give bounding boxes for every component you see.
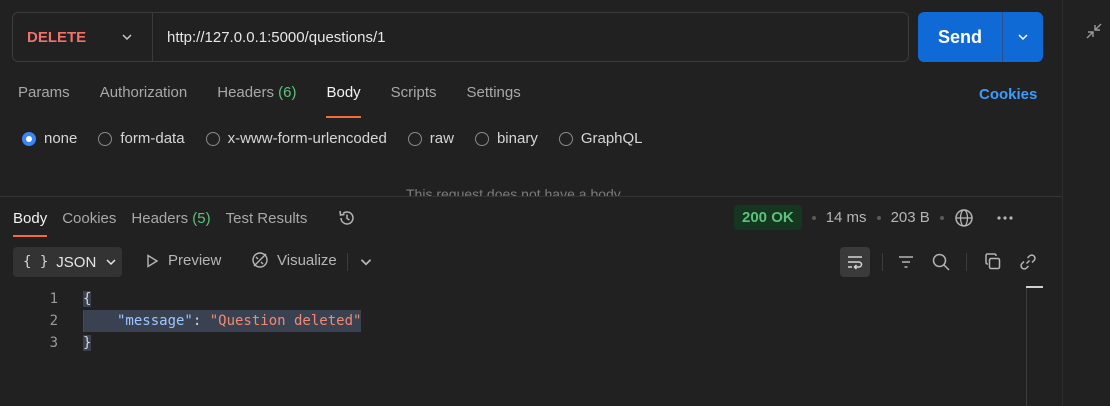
- radio-x-www-form-urlencoded[interactable]: x-www-form-urlencoded: [205, 130, 387, 147]
- send-options-button[interactable]: [1003, 30, 1043, 44]
- tab-settings[interactable]: Settings: [467, 84, 521, 108]
- response-format-select[interactable]: { } JSON: [13, 247, 122, 277]
- cookies-link[interactable]: Cookies: [979, 86, 1037, 103]
- method-label: DELETE: [27, 28, 87, 46]
- toolbar-divider: [882, 253, 883, 271]
- response-tab-headers[interactable]: Headers (5): [131, 210, 210, 227]
- json-close-brace: }: [83, 335, 92, 351]
- chevron-down-icon[interactable]: [358, 254, 374, 270]
- collapse-icon[interactable]: [1085, 22, 1103, 40]
- request-tabs: Params Authorization Headers (6) Body Sc…: [18, 84, 551, 118]
- separator-dot: [811, 215, 816, 220]
- separator-dot: [876, 215, 881, 220]
- response-body-viewer[interactable]: 1 { 2 "message": "Question deleted" 3 }: [0, 288, 1040, 354]
- tab-params[interactable]: Params: [18, 84, 70, 108]
- radio-raw[interactable]: raw: [407, 130, 454, 147]
- wrap-lines-icon: [848, 256, 863, 270]
- globe-icon[interactable]: [954, 208, 974, 228]
- scrollbar-track[interactable]: [1026, 286, 1027, 406]
- body-type-selector: none form-data x-www-form-urlencoded raw…: [22, 130, 664, 147]
- tab-body[interactable]: Body: [326, 84, 361, 118]
- send-button[interactable]: Send: [918, 27, 1002, 48]
- response-tabs: Body Cookies Headers (5) Test Results: [13, 208, 357, 237]
- radio-graphql[interactable]: GraphQL: [558, 130, 643, 147]
- radio-form-data[interactable]: form-data: [98, 130, 185, 147]
- code-line: 3 }: [0, 332, 1040, 354]
- copy-icon[interactable]: [983, 252, 1003, 272]
- right-sidebar: [1062, 0, 1110, 406]
- response-tab-cookies[interactable]: Cookies: [62, 210, 116, 227]
- line-number: 1: [49, 291, 58, 307]
- preview-button[interactable]: Preview: [144, 252, 221, 269]
- radio-dot: [474, 131, 489, 146]
- headers-count: (6): [278, 84, 297, 101]
- url-bar: DELETE: [12, 12, 909, 62]
- more-horizontal-icon[interactable]: [996, 209, 1014, 227]
- method-select[interactable]: DELETE: [13, 13, 153, 61]
- indent-guide: [83, 310, 117, 332]
- toolbar-divider: [347, 253, 348, 271]
- response-size[interactable]: 203 B: [891, 209, 930, 226]
- scrollbar-thumb[interactable]: [1026, 286, 1043, 288]
- line-number: 2: [49, 313, 58, 329]
- response-headers-count: (5): [192, 209, 211, 227]
- request-workspace: DELETE Send Params Authorization Headers…: [0, 0, 1062, 406]
- visualize-button[interactable]: Visualize: [250, 250, 337, 270]
- chevron-down-icon: [122, 34, 132, 41]
- chevron-down-icon: [106, 259, 116, 266]
- tab-scripts[interactable]: Scripts: [391, 84, 437, 108]
- format-label: JSON: [56, 253, 97, 271]
- response-tab-test-results[interactable]: Test Results: [226, 210, 308, 227]
- radio-dot: [558, 131, 573, 146]
- tab-headers[interactable]: Headers (6): [217, 84, 296, 108]
- code-line: 2 "message": "Question deleted": [0, 310, 1040, 332]
- response-status: 200 OK 14 ms 203 B: [734, 205, 1014, 230]
- json-value: "Question deleted": [209, 313, 362, 329]
- radio-dot: [98, 131, 113, 146]
- separator-dot: [939, 215, 944, 220]
- code-line: 1 {: [0, 288, 1040, 310]
- radio-none[interactable]: none: [22, 130, 77, 147]
- filter-icon[interactable]: [896, 252, 916, 272]
- search-icon[interactable]: [931, 252, 951, 272]
- radio-dot: [205, 131, 220, 146]
- send-button-group: Send: [918, 12, 1043, 62]
- json-entry: "message": "Question deleted": [83, 310, 362, 332]
- radio-binary[interactable]: binary: [474, 130, 538, 147]
- link-icon[interactable]: [1018, 252, 1038, 272]
- pane-splitter[interactable]: [0, 196, 1062, 197]
- status-badge[interactable]: 200 OK: [734, 205, 802, 230]
- braces-icon: { }: [23, 254, 49, 270]
- no-body-message: This request does not have a body: [406, 186, 621, 196]
- response-time[interactable]: 14 ms: [826, 209, 867, 226]
- json-colon: :: [192, 313, 210, 329]
- json-key: "message": [117, 313, 193, 329]
- radio-dot: [407, 131, 422, 146]
- chevron-down-icon: [1018, 34, 1028, 41]
- url-input[interactable]: [153, 13, 908, 61]
- tab-authorization[interactable]: Authorization: [100, 84, 188, 108]
- line-number: 3: [49, 335, 58, 351]
- response-tab-body[interactable]: Body: [13, 210, 48, 237]
- play-icon: [147, 253, 159, 268]
- radio-dot: [22, 131, 36, 146]
- history-icon[interactable]: [337, 208, 357, 228]
- wrap-lines-button[interactable]: [840, 247, 870, 277]
- visualize-icon: [252, 252, 268, 268]
- toolbar-divider: [966, 253, 967, 271]
- json-open-brace: {: [83, 291, 92, 307]
